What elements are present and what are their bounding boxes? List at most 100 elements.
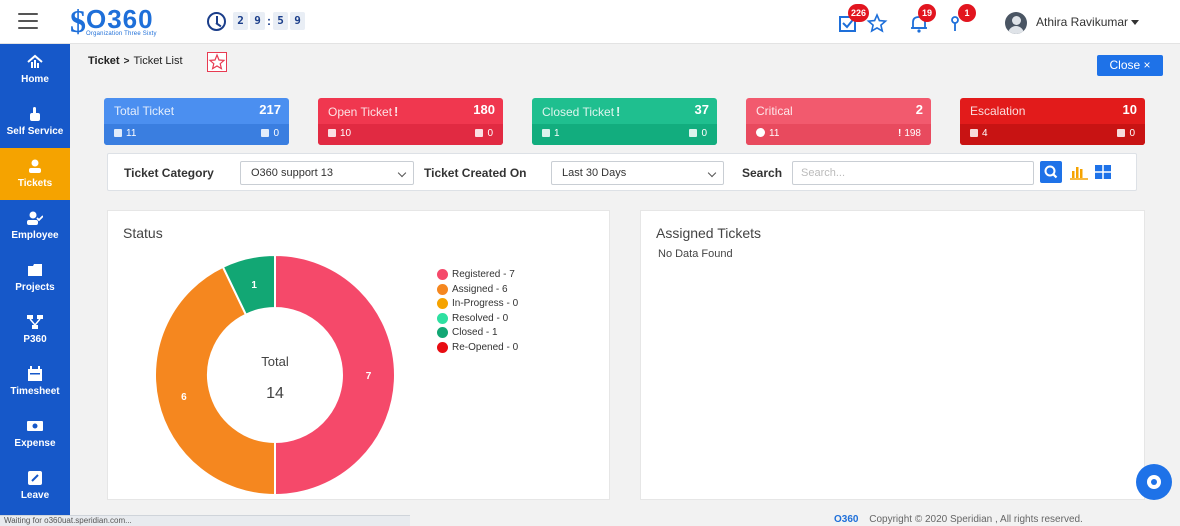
avatar[interactable] xyxy=(1005,12,1027,34)
created-on-label: Ticket Created On xyxy=(424,166,527,180)
chart-view-icon[interactable] xyxy=(1070,164,1088,180)
legend-item-closed[interactable]: Closed - 1 xyxy=(437,326,518,339)
card-footer: 10 0 xyxy=(318,124,503,145)
sidebar-item-label: Expense xyxy=(14,438,56,449)
card-footer-right: 0 xyxy=(273,128,279,139)
clock-icon xyxy=(207,12,226,31)
legend-swatch xyxy=(437,298,448,310)
card-footer: 1 0 xyxy=(532,124,717,145)
card-footer-left: 10 xyxy=(340,128,352,139)
card-total-ticket[interactable]: Total Ticket 217 11 0 xyxy=(104,98,289,145)
sidebar-item-home[interactable]: Home xyxy=(0,44,70,96)
favorite-star-icon[interactable] xyxy=(207,52,227,72)
calendar-icon xyxy=(1117,129,1126,137)
timer-digit: 9 xyxy=(290,12,305,30)
card-escalation[interactable]: Escalation 10 4 0 xyxy=(960,98,1145,145)
legend-item-resolved[interactable]: Resolved - 0 xyxy=(437,312,518,325)
alert-icon[interactable]: 1 xyxy=(948,4,976,34)
card-footer: 11 ! 198 xyxy=(746,124,931,145)
calendar-icon xyxy=(542,129,550,137)
category-select[interactable]: O360 support 13 xyxy=(240,161,414,185)
breadcrumb-separator: > xyxy=(123,55,130,67)
calendar-icon xyxy=(689,129,698,137)
legend-item-assigned[interactable]: Assigned - 6 xyxy=(437,283,518,296)
edit-icon xyxy=(28,471,42,485)
tasks-icon[interactable]: 226 xyxy=(838,4,870,34)
search-button[interactable] xyxy=(1040,161,1062,183)
sidebar-item-label: P360 xyxy=(23,334,47,345)
menu-icon[interactable] xyxy=(18,13,38,29)
status-title: Status xyxy=(123,225,163,241)
search-label: Search xyxy=(742,166,783,180)
card-footer-right: 0 xyxy=(487,128,493,139)
donut-slice-registered[interactable] xyxy=(274,253,396,497)
card-closed-ticket[interactable]: Closed Ticket! 37 1 0 xyxy=(532,98,717,145)
card-footer-left: 1 xyxy=(554,128,560,139)
calendar-icon xyxy=(475,129,484,137)
sidebar-item-label: Tickets xyxy=(17,178,53,189)
donut-center-value: 14 xyxy=(266,385,284,402)
card-value: 10 xyxy=(1122,102,1137,117)
card-title: Escalation xyxy=(970,104,1026,118)
calendar-icon xyxy=(970,129,978,137)
card-footer-left: 4 xyxy=(982,128,988,139)
search-input[interactable]: Search... xyxy=(792,161,1034,185)
alert-exclamation-icon: ! xyxy=(897,128,902,139)
created-on-select[interactable]: Last 30 Days xyxy=(551,161,724,185)
card-footer-left: 11 xyxy=(769,128,780,139)
legend-swatch xyxy=(437,341,448,353)
chevron-down-icon xyxy=(397,168,407,178)
close-button[interactable]: Close × xyxy=(1097,55,1163,76)
search-icon xyxy=(1044,165,1058,179)
status-donut-chart: 7 6 1 Total 14 xyxy=(154,253,396,497)
category-label: Ticket Category xyxy=(124,166,214,180)
card-value: 180 xyxy=(473,102,495,117)
user-name: Athira Ravikumar xyxy=(1036,15,1129,29)
star-icon[interactable] xyxy=(866,12,888,34)
sidebar-item-self-service[interactable]: Self Service xyxy=(0,96,70,148)
timer-digit: 5 xyxy=(273,12,288,30)
sidebar-item-tickets[interactable]: Tickets xyxy=(0,148,70,200)
alerts-badge: 1 xyxy=(958,4,976,22)
legend-item-in-progress[interactable]: In-Progress - 0 xyxy=(437,297,518,310)
sidebar-item-timesheet[interactable]: Timesheet xyxy=(0,356,70,408)
breadcrumb-root[interactable]: Ticket xyxy=(88,55,120,67)
money-icon xyxy=(27,421,43,431)
legend-label: Assigned - 6 xyxy=(452,283,508,295)
calendar-icon xyxy=(328,129,336,137)
card-footer: 4 0 xyxy=(960,124,1145,145)
grid-view-icon[interactable] xyxy=(1094,164,1112,180)
sidebar-item-label: Projects xyxy=(15,282,55,293)
created-on-select-value: Last 30 Days xyxy=(562,167,627,179)
legend-item-re-opened[interactable]: Re-Opened - 0 xyxy=(437,341,518,354)
card-open-ticket[interactable]: Open Ticket! 180 10 0 xyxy=(318,98,503,145)
card-footer-left: 11 xyxy=(126,128,137,139)
sidebar-item-p360[interactable]: P360 xyxy=(0,304,70,356)
o360-logo[interactable]: $ O360 Organization Three Sixty xyxy=(70,5,185,40)
legend-item-registered[interactable]: Registered - 7 xyxy=(437,268,518,281)
user-menu[interactable]: Athira Ravikumar xyxy=(1036,15,1140,29)
donut-center-label: Total xyxy=(261,354,289,369)
help-chat-button[interactable] xyxy=(1136,464,1172,500)
sidebar-item-expense[interactable]: Expense xyxy=(0,408,70,460)
donut-slice-label: 1 xyxy=(251,280,257,291)
sidebar-item-employee[interactable]: Employee xyxy=(0,200,70,252)
session-timer: 2 9 : 5 9 xyxy=(233,12,307,30)
card-title: Open Ticket xyxy=(328,105,393,119)
folder-icon xyxy=(28,264,42,276)
card-footer-right: 198 xyxy=(904,128,921,139)
calendar-icon xyxy=(261,129,270,137)
alert-exclamation-icon: ! xyxy=(394,104,399,119)
timer-digit: 2 xyxy=(233,12,248,30)
sidebar-item-leave[interactable]: Leave xyxy=(0,460,70,512)
sidebar-item-projects[interactable]: Projects xyxy=(0,252,70,304)
card-critical[interactable]: Critical 2 11 ! 198 xyxy=(746,98,931,145)
bell-icon[interactable]: 19 xyxy=(908,4,936,34)
card-footer-right: 0 xyxy=(701,128,707,139)
search-placeholder: Search... xyxy=(801,167,846,179)
legend-label: Resolved - 0 xyxy=(452,312,509,324)
donut-slice-label: 7 xyxy=(366,371,372,382)
sidebar-item-label: Leave xyxy=(20,490,50,501)
legend-swatch xyxy=(437,327,448,339)
card-footer: 11 0 xyxy=(104,124,289,145)
